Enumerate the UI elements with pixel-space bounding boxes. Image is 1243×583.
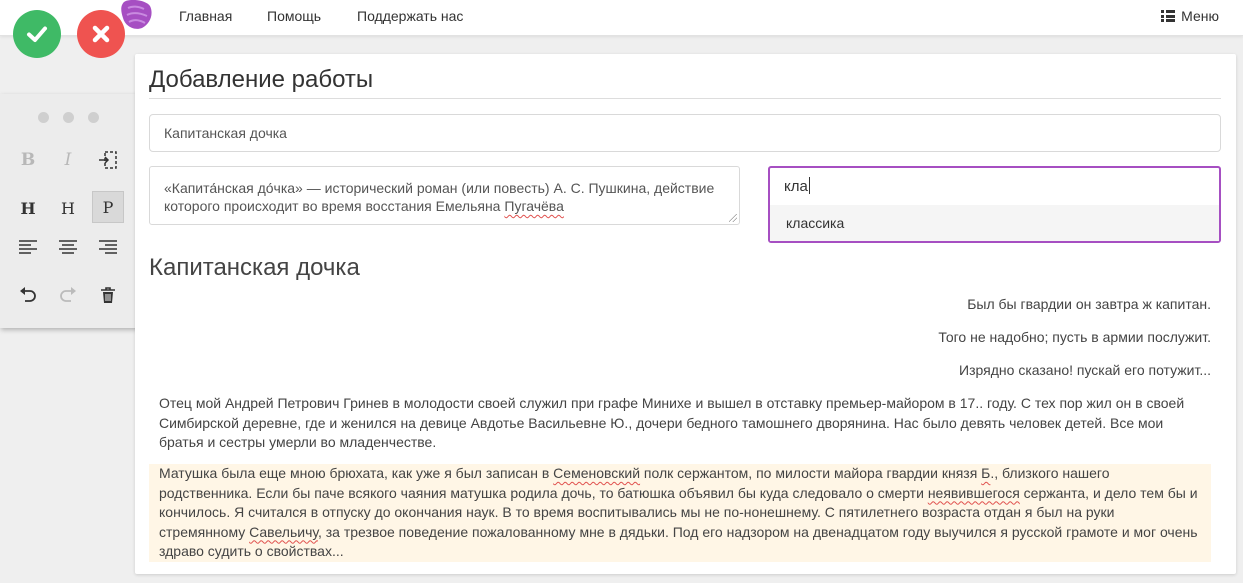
menu-button[interactable]: Меню	[1161, 8, 1219, 24]
italic-icon: I	[64, 150, 72, 170]
heading-large-button[interactable]: H	[12, 192, 44, 224]
work-content-title: Капитанская дочка	[149, 254, 360, 281]
redo-button[interactable]	[52, 279, 84, 311]
undo-icon	[20, 287, 36, 302]
menu-label: Меню	[1181, 8, 1219, 24]
align-left-button[interactable]	[12, 231, 44, 263]
paragraph-button[interactable]: P	[92, 191, 124, 223]
heading-small-icon: H	[61, 198, 75, 218]
description-misspelled-word: Пугачёва	[504, 198, 564, 214]
bold-button[interactable]: B	[12, 144, 44, 176]
content-paragraph-selected[interactable]: Матушка была еще мною брюхата, как уже я…	[149, 464, 1211, 562]
align-left-icon	[19, 240, 37, 254]
undo-button[interactable]	[12, 279, 44, 311]
text-caret	[808, 177, 810, 194]
editor-toolbar: B I H H P	[0, 94, 139, 328]
redo-icon	[60, 287, 76, 302]
align-center-icon	[59, 240, 77, 254]
check-icon	[27, 26, 47, 42]
tag-query-text: кла	[784, 178, 808, 195]
tag-autocomplete[interactable]: кла классика	[768, 166, 1221, 243]
content-paragraph[interactable]: Отец мой Андрей Петрович Гринев в молодо…	[149, 394, 1211, 453]
tag-search-input[interactable]: кла	[784, 177, 810, 195]
page-title: Добавление работы	[149, 66, 374, 93]
description-text: «Капита́нская до́чка» — исторический ром…	[164, 180, 715, 214]
toolbar-drag-handle[interactable]	[38, 112, 99, 123]
insert-break-button[interactable]	[92, 144, 124, 176]
work-title-input[interactable]	[149, 114, 1221, 152]
top-navbar: Главная Помощь Поддержать нас Меню	[0, 0, 1243, 36]
confirm-button[interactable]	[13, 10, 61, 58]
italic-button[interactable]: I	[52, 144, 84, 176]
heading-small-button[interactable]: H	[52, 192, 84, 224]
epigraph-line: Изрядно сказано! пускай его потужит...	[959, 362, 1211, 378]
delete-button[interactable]	[92, 279, 124, 311]
epigraph-line: Был бы гвардии он завтра ж капитан.	[967, 296, 1211, 312]
close-icon	[92, 25, 110, 43]
bold-icon: B	[20, 150, 36, 170]
site-logo[interactable]	[120, 0, 154, 30]
nav-help-link[interactable]: Помощь	[267, 8, 321, 24]
nav-home-link[interactable]: Главная	[179, 8, 232, 24]
cancel-button[interactable]	[77, 10, 125, 58]
heading-large-icon: H	[20, 198, 36, 218]
description-textarea[interactable]: «Капита́нская до́чка» — исторический ром…	[149, 166, 740, 225]
align-right-button[interactable]	[92, 231, 124, 263]
work-editor-card: Добавление работы «Капита́нская до́чка» …	[135, 54, 1236, 574]
list-icon	[1161, 10, 1176, 22]
title-divider	[149, 98, 1221, 99]
align-right-icon	[99, 240, 117, 254]
nav-support-link[interactable]: Поддержать нас	[357, 8, 463, 24]
insert-break-icon	[99, 151, 117, 169]
trash-icon	[101, 286, 115, 303]
epigraph-line: Того не надобно; пусть в армии послужит.	[938, 329, 1211, 345]
paragraph-icon: P	[102, 197, 114, 217]
align-center-button[interactable]	[52, 231, 84, 263]
tag-suggestion-item[interactable]: классика	[770, 205, 1219, 241]
resize-grip-icon[interactable]	[729, 214, 737, 222]
